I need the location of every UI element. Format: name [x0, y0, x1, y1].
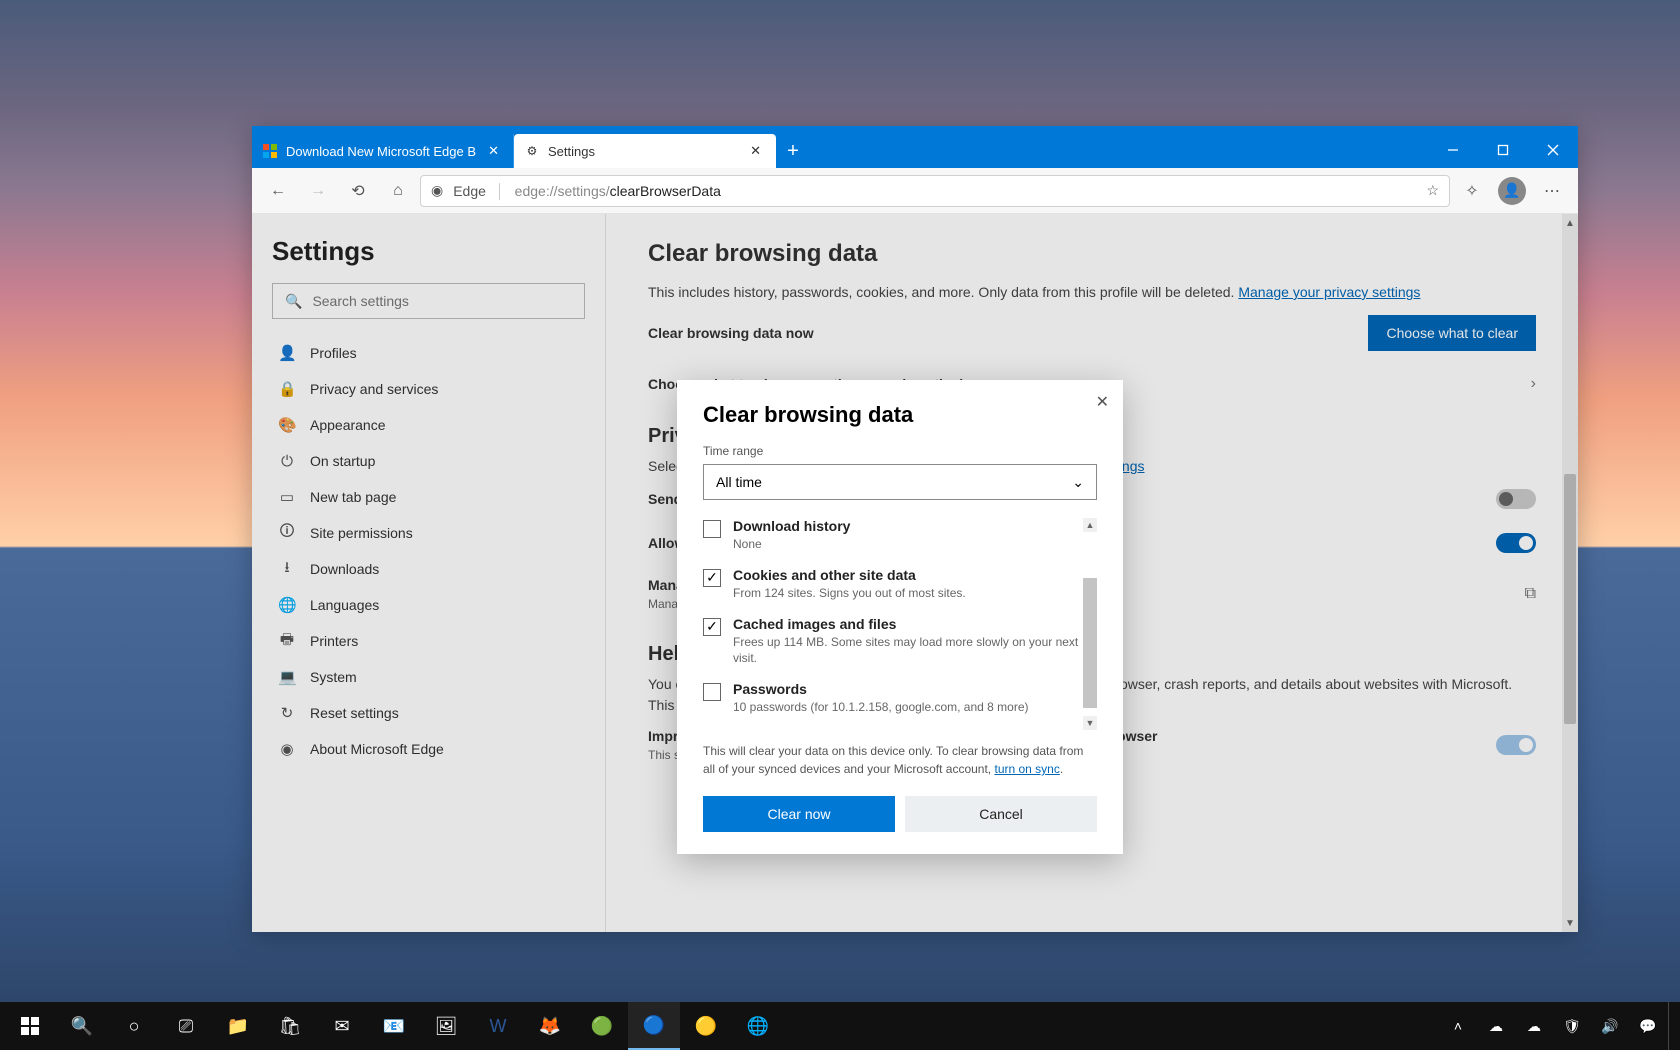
- onedrive-icon[interactable]: ☁: [1478, 1002, 1514, 1050]
- gear-icon: ⚙: [524, 143, 540, 159]
- list-scrollbar[interactable]: ▲ ▼: [1083, 518, 1097, 730]
- scroll-down-icon[interactable]: ▼: [1083, 716, 1097, 730]
- back-button[interactable]: ←: [260, 173, 296, 209]
- edge-icon: ◉: [431, 182, 443, 199]
- window-minimize-button[interactable]: [1428, 132, 1478, 168]
- checkbox[interactable]: [703, 683, 721, 701]
- dialog-buttons: Clear now Cancel: [703, 796, 1097, 832]
- onedrive-icon-2[interactable]: ☁: [1516, 1002, 1552, 1050]
- data-type-title: Cached images and files: [733, 616, 1079, 632]
- data-types-list: Download history None Cookies and other si…: [703, 518, 1097, 730]
- more-menu-button[interactable]: ⋯: [1534, 173, 1570, 209]
- security-icon[interactable]: 🛡: [1554, 1002, 1590, 1050]
- checkbox[interactable]: [703, 569, 721, 587]
- profile-avatar[interactable]: 👤: [1494, 173, 1530, 209]
- forward-button[interactable]: →: [300, 173, 336, 209]
- taskbar: 🔍 ○ ⎚ 📁 🛍 ✉ 📧 🖼 W 🦊 🟢 🔵 🟡 🌐 ˄ ☁ ☁ 🛡 🔊 💬: [0, 1002, 1680, 1050]
- mail-icon[interactable]: ✉: [316, 1002, 368, 1050]
- favorite-star-icon[interactable]: ☆: [1426, 182, 1439, 199]
- tab-close-icon[interactable]: ✕: [746, 143, 765, 159]
- tab-strip: Download New Microsoft Edge B ✕ ⚙ Settin…: [252, 126, 1578, 168]
- content-area: Settings 🔍 Search settings 👤Profiles🔒Pri…: [252, 214, 1578, 932]
- task-view-icon[interactable]: ⎚: [160, 1002, 212, 1050]
- data-type-item: Cached images and files Frees up 114 MB. …: [703, 616, 1079, 668]
- firefox-icon[interactable]: 🦊: [524, 1002, 576, 1050]
- window-close-button[interactable]: [1528, 132, 1578, 168]
- chrome-icon[interactable]: 🟢: [576, 1002, 628, 1050]
- address-url: edge://settings/clearBrowserData: [515, 183, 721, 199]
- browser-window: Download New Microsoft Edge B ✕ ⚙ Settin…: [252, 126, 1578, 932]
- tray-expand-icon[interactable]: ˄: [1440, 1002, 1476, 1050]
- window-controls: [1428, 132, 1578, 168]
- favorites-bar-icon[interactable]: ✧: [1454, 173, 1490, 209]
- dialog-note: This will clear your data on this device…: [703, 742, 1097, 778]
- toolbar: ← → ⟲ ⌂ ◉ Edge │ edge://settings/clearBr…: [252, 168, 1578, 214]
- data-type-subtitle: 10 passwords (for 10.1.2.158, google.com…: [733, 699, 1029, 716]
- window-maximize-button[interactable]: [1478, 132, 1528, 168]
- address-bar[interactable]: ◉ Edge │ edge://settings/clearBrowserDat…: [420, 175, 1450, 207]
- tab-settings[interactable]: ⚙ Settings ✕: [514, 134, 776, 168]
- refresh-button[interactable]: ⟲: [340, 173, 376, 209]
- tab-label: Settings: [548, 144, 738, 159]
- start-button[interactable]: [4, 1002, 56, 1050]
- separator: │: [496, 183, 505, 199]
- dialog-close-button[interactable]: ✕: [1096, 392, 1109, 412]
- system-tray: ˄ ☁ ☁ 🛡 🔊 💬: [1440, 1002, 1676, 1050]
- outlook-icon[interactable]: 📧: [368, 1002, 420, 1050]
- photos-icon[interactable]: 🖼: [420, 1002, 472, 1050]
- checkbox[interactable]: [703, 520, 721, 538]
- data-type-item: Passwords 10 passwords (for 10.1.2.158, g…: [703, 681, 1079, 716]
- data-type-subtitle: From 124 sites. Signs you out of most si…: [733, 585, 966, 602]
- data-type-subtitle: Frees up 114 MB. Some sites may load mor…: [733, 634, 1079, 668]
- data-type-item: Cookies and other site data From 124 site…: [703, 567, 1079, 602]
- home-button[interactable]: ⌂: [380, 173, 416, 209]
- address-engine: Edge: [453, 183, 486, 199]
- time-range-select[interactable]: All time ⌄: [703, 464, 1097, 500]
- dialog-title: Clear browsing data: [703, 402, 1097, 428]
- checkbox[interactable]: [703, 618, 721, 636]
- tab-close-icon[interactable]: ✕: [484, 143, 503, 159]
- turn-on-sync-link[interactable]: turn on sync: [994, 762, 1059, 776]
- scroll-up-icon[interactable]: ▲: [1083, 518, 1097, 532]
- chevron-down-icon: ⌄: [1072, 474, 1084, 491]
- data-type-subtitle: None: [733, 536, 850, 553]
- microsoft-logo-icon: [262, 143, 278, 159]
- tab-download-edge[interactable]: Download New Microsoft Edge B ✕: [252, 134, 514, 168]
- edge-beta-icon[interactable]: 🔵: [628, 1002, 680, 1050]
- time-range-label: Time range: [703, 444, 1097, 458]
- volume-icon[interactable]: 🔊: [1592, 1002, 1628, 1050]
- action-center-icon[interactable]: 💬: [1630, 1002, 1666, 1050]
- cancel-button[interactable]: Cancel: [905, 796, 1097, 832]
- clear-now-button[interactable]: Clear now: [703, 796, 895, 832]
- data-type-item: Download history None: [703, 518, 1079, 553]
- edge-canary-icon[interactable]: 🟡: [680, 1002, 732, 1050]
- word-icon[interactable]: W: [472, 1002, 524, 1050]
- new-tab-button[interactable]: +: [776, 134, 810, 168]
- data-type-title: Download history: [733, 518, 850, 534]
- data-type-title: Passwords: [733, 681, 1029, 697]
- data-type-title: Cookies and other site data: [733, 567, 966, 583]
- time-range-value: All time: [716, 474, 762, 490]
- file-explorer-icon[interactable]: 📁: [212, 1002, 264, 1050]
- edge-icon[interactable]: 🌐: [732, 1002, 784, 1050]
- show-desktop-button[interactable]: [1668, 1002, 1676, 1050]
- scroll-thumb[interactable]: [1083, 578, 1097, 708]
- tab-label: Download New Microsoft Edge B: [286, 144, 476, 159]
- microsoft-store-icon[interactable]: 🛍: [264, 1002, 316, 1050]
- search-icon[interactable]: 🔍: [56, 1002, 108, 1050]
- clear-browsing-data-dialog: ✕ Clear browsing data Time range All tim…: [677, 380, 1123, 854]
- cortana-icon[interactable]: ○: [108, 1002, 160, 1050]
